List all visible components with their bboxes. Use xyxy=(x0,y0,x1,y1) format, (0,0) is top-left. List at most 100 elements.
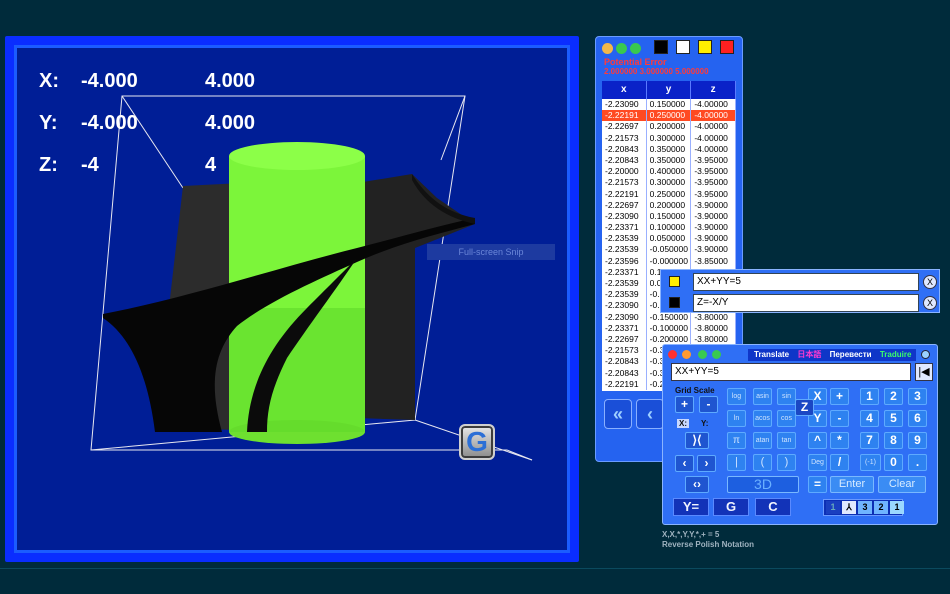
color-swatch-yellow[interactable] xyxy=(698,40,712,54)
table-row[interactable]: -2.23539 0.050000 -3.90000 xyxy=(602,233,736,245)
acos-button[interactable]: acos xyxy=(753,410,772,427)
table-row[interactable]: -2.20843 0.350000 -3.95000 xyxy=(602,154,736,167)
decimal-button[interactable]: . xyxy=(908,454,927,471)
table-row[interactable]: -2.23371 -0.100000 -3.80000 xyxy=(602,322,736,334)
expand-horizontal-icon[interactable]: ‹› xyxy=(685,476,709,493)
tan-button[interactable]: tan xyxy=(777,432,796,449)
translate-link[interactable]: Translate xyxy=(754,350,789,359)
table-row[interactable]: -2.23596 -0.000000 -3.85000 xyxy=(602,255,736,267)
grid-scale-minus-button[interactable]: - xyxy=(699,396,718,413)
window-minimize-dot[interactable] xyxy=(616,43,627,54)
graph-canvas[interactable]: X: -4.000 4.000 Y: -4.000 4.000 Z: -4 4 … xyxy=(14,45,570,553)
mode-3-button[interactable]: 3 xyxy=(858,501,872,514)
digit-2-button[interactable]: 2 xyxy=(884,388,903,405)
remove-equation-1-button[interactable]: X xyxy=(923,275,937,289)
table-row[interactable]: -2.20843 0.350000 -4.00000 xyxy=(602,143,736,155)
graph-toggle-button[interactable]: G xyxy=(459,424,495,460)
c-button[interactable]: C xyxy=(755,498,791,516)
calc-minimize-dot[interactable] xyxy=(682,350,691,359)
minus-button[interactable]: - xyxy=(830,410,849,427)
remove-equation-2-button[interactable]: X xyxy=(923,296,937,310)
negate-button[interactable]: (-1) xyxy=(860,454,881,471)
digit-3-button[interactable]: 3 xyxy=(908,388,927,405)
deg-button[interactable]: Deg xyxy=(808,454,827,471)
prev-page-button[interactable]: ‹ xyxy=(636,399,664,429)
ln-button[interactable]: ln xyxy=(727,410,746,427)
calc-close-dot[interactable] xyxy=(668,350,677,359)
arrow-left-button[interactable]: ‹ xyxy=(675,455,694,472)
enter-button[interactable]: Enter xyxy=(830,476,874,493)
paren-open-button[interactable]: ( xyxy=(753,454,772,471)
sin-button[interactable]: sin xyxy=(777,388,796,405)
collapse-horizontal-icon[interactable]: ⟩⟨ xyxy=(685,432,709,449)
equation-color-yellow[interactable] xyxy=(669,276,680,287)
clear-button[interactable]: Clear xyxy=(878,476,926,493)
plus-button[interactable]: + xyxy=(830,388,849,405)
abs-button[interactable]: | xyxy=(727,454,746,471)
window-close-dot[interactable] xyxy=(602,43,613,54)
table-row[interactable]: -2.22191 0.250000 -3.95000 xyxy=(602,188,736,200)
cos-button[interactable]: cos xyxy=(777,410,796,427)
french-link[interactable]: Traduire xyxy=(880,350,912,359)
digit-1-button[interactable]: 1 xyxy=(860,388,879,405)
g-button[interactable]: G xyxy=(713,498,749,516)
calculator-expression-field[interactable]: XX+YY=5 xyxy=(671,363,911,381)
pi-button[interactable]: π xyxy=(727,432,746,449)
table-row[interactable]: -2.23539 -0.050000 -3.90000 xyxy=(602,244,736,256)
japanese-link[interactable]: 日本語 xyxy=(797,350,821,359)
divide-button[interactable]: / xyxy=(830,454,849,471)
table-row[interactable]: -2.21573 0.300000 -4.00000 xyxy=(602,132,736,144)
backspace-button[interactable]: |◀ xyxy=(915,363,933,381)
equation-color-black[interactable] xyxy=(669,297,680,308)
digit-4-button[interactable]: 4 xyxy=(860,410,879,427)
table-cell: -2.21573 xyxy=(602,345,647,357)
asin-button[interactable]: asin xyxy=(753,388,772,405)
digit-7-button[interactable]: 7 xyxy=(860,432,879,449)
equation-2-field[interactable]: Z=-X/Y xyxy=(693,294,919,312)
atan-button[interactable]: atan xyxy=(753,432,772,449)
equals-button[interactable]: = xyxy=(808,476,827,493)
first-page-button[interactable]: « xyxy=(604,399,632,429)
paren-close-button[interactable]: ) xyxy=(777,454,796,471)
grid-scale-plus-button[interactable]: + xyxy=(675,396,694,413)
table-row[interactable]: -2.22697 0.200000 -4.00000 xyxy=(602,121,736,133)
table-row[interactable]: -2.20000 0.400000 -3.95000 xyxy=(602,166,736,178)
col-header-x[interactable]: x xyxy=(602,81,647,99)
digit-8-button[interactable]: 8 xyxy=(884,432,903,449)
calc-remove-dot[interactable] xyxy=(712,350,721,359)
color-swatch-white[interactable] xyxy=(676,40,690,54)
table-row[interactable]: -2.23090 -0.150000 -3.80000 xyxy=(602,311,736,323)
calc-add-dot[interactable] xyxy=(698,350,707,359)
mode-3d-axes-icon[interactable]: ⅄ xyxy=(842,501,856,514)
color-swatch-black[interactable] xyxy=(654,40,668,54)
log-button[interactable]: log xyxy=(727,388,746,405)
3d-button[interactable]: 3D xyxy=(727,476,799,493)
table-row[interactable]: -2.22697 0.200000 -3.90000 xyxy=(602,199,736,211)
mode-2-button[interactable]: 2 xyxy=(874,501,888,514)
y-equals-button[interactable]: Y= xyxy=(673,498,709,516)
col-header-y[interactable]: y xyxy=(647,81,692,99)
var-z-button[interactable]: Z xyxy=(795,399,814,416)
color-swatch-red[interactable] xyxy=(720,40,734,54)
equation-1-field[interactable]: XX+YY=5 xyxy=(693,273,919,291)
pow-button[interactable]: ^ xyxy=(808,432,827,449)
table-row[interactable]: -2.22191 0.250000 -4.00000 xyxy=(602,110,736,122)
arrow-right-button[interactable]: › xyxy=(697,455,716,472)
digit-0-button[interactable]: 0 xyxy=(884,454,903,471)
digit-6-button[interactable]: 6 xyxy=(908,410,927,427)
mode-1b-button[interactable]: 1 xyxy=(890,501,904,514)
info-icon[interactable] xyxy=(921,350,930,359)
multiply-button[interactable]: * xyxy=(830,432,849,449)
table-row[interactable]: -2.23090 0.150000 -3.90000 xyxy=(602,210,736,223)
digit-9-button[interactable]: 9 xyxy=(908,432,927,449)
mode-1-button[interactable]: 1 xyxy=(826,501,840,514)
digit-5-button[interactable]: 5 xyxy=(884,410,903,427)
window-zoom-dot[interactable] xyxy=(630,43,641,54)
table-row[interactable]: -2.23371 0.100000 -3.90000 xyxy=(602,222,736,234)
table-row[interactable]: -2.21573 0.300000 -3.95000 xyxy=(602,177,736,189)
russian-link[interactable]: Перевести xyxy=(830,350,872,359)
table-cell: 0.300000 xyxy=(647,177,692,189)
table-cell: -2.22697 xyxy=(602,199,647,211)
col-header-z[interactable]: z xyxy=(691,81,736,99)
table-row[interactable]: -2.23090 0.150000 -4.00000 xyxy=(602,99,736,111)
